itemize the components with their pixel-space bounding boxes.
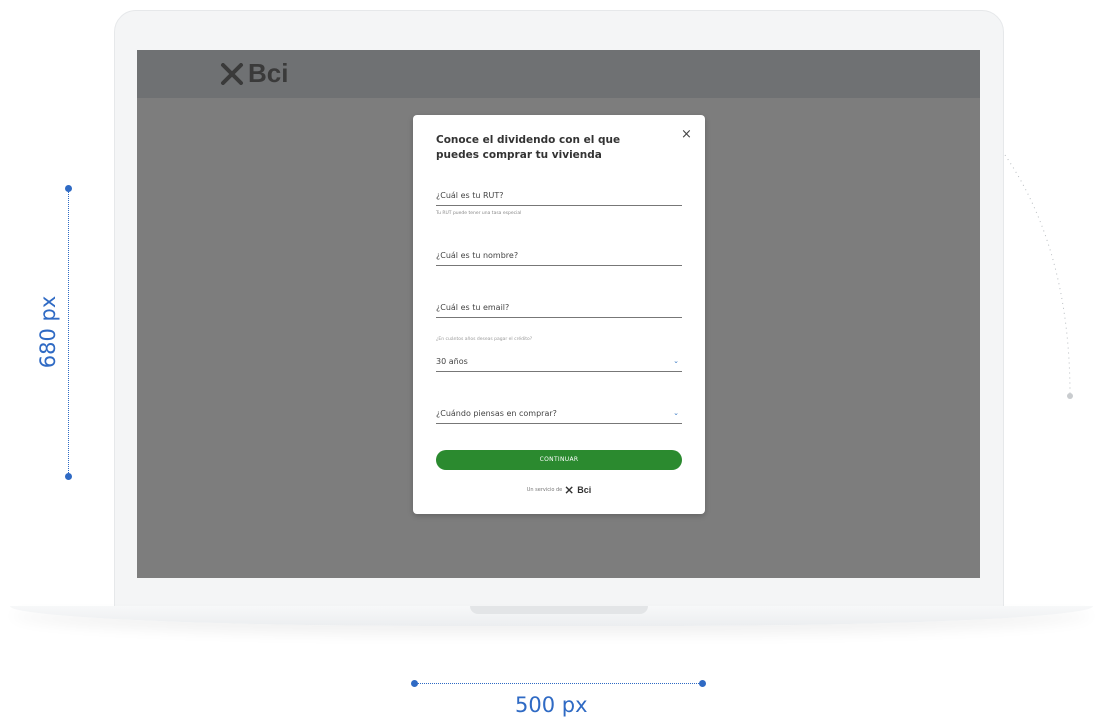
bci-logo-text: Bci xyxy=(248,58,289,88)
width-dimension-label: 500 px xyxy=(515,693,588,717)
laptop-base xyxy=(0,606,1103,642)
bci-logo[interactable]: Bci xyxy=(220,58,288,89)
laptop-screen: Bci Conoce el dividendo con el que puede… xyxy=(137,50,980,578)
years-select[interactable]: 30 años ⌄ xyxy=(436,347,682,372)
chevron-down-icon: ⌄ xyxy=(673,409,679,417)
height-dimension-dot-bottom xyxy=(65,473,72,480)
chevron-down-icon: ⌄ xyxy=(673,357,679,365)
modal-title: Conoce el dividendo con el que puedes co… xyxy=(436,134,621,161)
modal-footer: Un servicio de Bci xyxy=(413,485,705,495)
years-caption: ¿En cuántos años deseas pagar el crédito… xyxy=(436,337,533,342)
site-header: Bci xyxy=(137,50,980,98)
rut-helper-text: Tu RUT puede tener una tasa especial xyxy=(436,211,522,216)
email-field[interactable]: ¿Cuál es tu email? xyxy=(436,293,682,318)
dividend-modal: Conoce el dividendo con el que puedes co… xyxy=(413,115,705,514)
decorative-arc xyxy=(1004,154,1073,399)
purchase-time-select[interactable]: ¿Cuándo piensas en comprar? ⌄ xyxy=(436,399,682,424)
email-field-label: ¿Cuál es tu email? xyxy=(436,303,510,312)
footer-text: Un servicio de xyxy=(526,487,563,493)
close-icon[interactable]: × xyxy=(681,127,692,142)
height-dimension-dot-top xyxy=(65,185,72,192)
purchase-time-label: ¿Cuándo piensas en comprar? xyxy=(436,409,557,418)
footer-brand: Bci xyxy=(577,485,592,495)
name-field-label: ¿Cuál es tu nombre? xyxy=(436,251,519,260)
height-dimension-line xyxy=(68,188,69,477)
continue-button[interactable]: CONTINUAR xyxy=(436,450,682,470)
name-field[interactable]: ¿Cuál es tu nombre? xyxy=(436,241,682,266)
width-dimension-dot-right xyxy=(699,680,706,687)
bci-mini-logo-icon xyxy=(565,486,574,494)
width-dimension-dot-left xyxy=(411,680,418,687)
bci-logo-icon xyxy=(221,62,243,85)
height-dimension-label: 680 px xyxy=(36,295,60,369)
rut-field-label: ¿Cuál es tu RUT? xyxy=(436,191,504,200)
years-select-value: 30 años xyxy=(436,357,468,366)
rut-field[interactable]: ¿Cuál es tu RUT? xyxy=(436,181,682,206)
width-dimension-line xyxy=(414,683,703,684)
laptop-notch xyxy=(470,606,648,614)
